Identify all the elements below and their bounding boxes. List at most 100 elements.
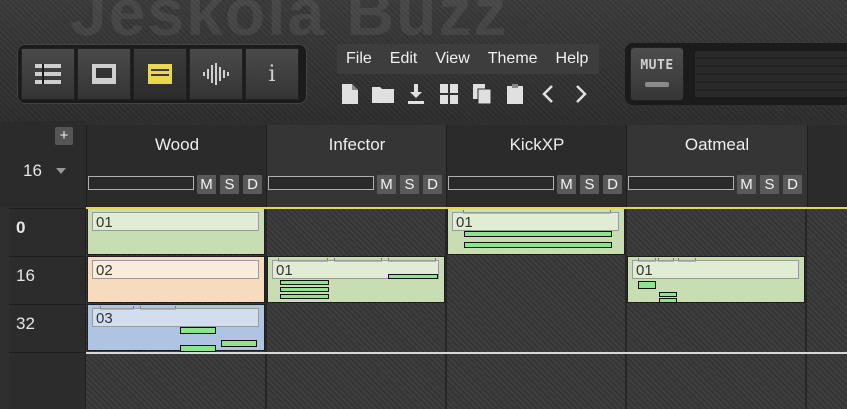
- pattern-label: 02: [92, 260, 259, 279]
- menu-theme[interactable]: Theme: [479, 50, 547, 68]
- forward-button[interactable]: [569, 82, 593, 106]
- note-bar: [638, 281, 656, 289]
- pattern-block[interactable]: 03: [87, 304, 265, 352]
- note-bar: [221, 340, 257, 347]
- track-header-oatmeal[interactable]: Oatmeal M S D: [626, 125, 807, 207]
- track-name: Wood: [154, 135, 200, 154]
- track-name: Infector: [328, 135, 386, 154]
- list-icon: [35, 64, 61, 84]
- volume-meter: [695, 51, 847, 97]
- info-view-button[interactable]: i: [245, 48, 299, 100]
- download-icon: [408, 84, 424, 104]
- toolbar: [338, 80, 602, 108]
- machine-view-button[interactable]: [77, 48, 131, 100]
- waveform-icon: [203, 63, 229, 85]
- pattern-label: 01: [452, 212, 619, 231]
- machine-list-view-button[interactable]: [21, 48, 75, 100]
- note-bar: [280, 294, 329, 299]
- note-bar: [280, 287, 329, 292]
- note-bar: [659, 298, 677, 303]
- note-bar: [180, 327, 216, 334]
- sequence-icon: [148, 64, 172, 84]
- pattern-label: 03: [92, 308, 259, 327]
- grid-icon: [440, 84, 458, 104]
- row-label-empty: [9, 352, 86, 409]
- track-volume-slider[interactable]: [268, 176, 374, 190]
- column-divider: [805, 207, 807, 409]
- track-volume-slider[interactable]: [448, 176, 554, 190]
- info-icon: i: [268, 61, 276, 87]
- open-folder-icon: [372, 87, 394, 103]
- track-volume-slider[interactable]: [88, 176, 194, 190]
- solo-track-button[interactable]: S: [220, 175, 239, 194]
- row-label-0[interactable]: 0: [9, 208, 86, 256]
- mute-led: [645, 82, 669, 87]
- row-label-32[interactable]: 32: [9, 304, 86, 352]
- track-header-infector[interactable]: Infector M S D: [266, 125, 447, 207]
- copy-button[interactable]: [470, 82, 494, 106]
- note-bar: [180, 345, 216, 352]
- track-header-kickxp[interactable]: KickXP M S D: [446, 125, 627, 207]
- menu-file[interactable]: File: [337, 50, 381, 68]
- menu-view[interactable]: View: [426, 50, 478, 68]
- menu-bar: File Edit View Theme Help: [337, 44, 599, 74]
- track-header-empty: [807, 125, 847, 207]
- add-track-button[interactable]: +: [55, 127, 73, 145]
- note-bar: [280, 280, 329, 285]
- chevron-down-icon[interactable]: [56, 168, 66, 174]
- menu-help[interactable]: Help: [547, 50, 598, 68]
- sequence-corner: + 16: [0, 121, 86, 207]
- copy-icon: [473, 84, 491, 104]
- rows-per-pattern-value[interactable]: 16: [23, 161, 42, 181]
- play-cursor-line: [86, 207, 847, 209]
- disable-track-button[interactable]: D: [783, 175, 802, 194]
- pattern-label: 01: [92, 212, 259, 231]
- top-bar: Jeskola Buzz i File Edit View Theme Help…: [0, 0, 847, 121]
- sequence-grid[interactable]: 01 02 03 01 01 01: [86, 207, 847, 409]
- solo-track-button[interactable]: S: [580, 175, 599, 194]
- mute-track-button[interactable]: M: [557, 175, 576, 194]
- back-icon: [542, 85, 553, 103]
- grid-button[interactable]: [437, 82, 461, 106]
- mute-panel: MUTE: [625, 43, 847, 105]
- track-volume-slider[interactable]: [628, 176, 734, 190]
- menu-edit[interactable]: Edit: [381, 50, 427, 68]
- pattern-block[interactable]: 01: [87, 208, 265, 255]
- mute-track-button[interactable]: M: [737, 175, 756, 194]
- column-divider: [625, 207, 627, 409]
- new-file-icon: [342, 84, 358, 104]
- solo-track-button[interactable]: S: [760, 175, 779, 194]
- pattern-block[interactable]: 02: [87, 256, 265, 303]
- disable-track-button[interactable]: D: [603, 175, 622, 194]
- new-file-button[interactable]: [338, 82, 362, 106]
- disable-track-button[interactable]: D: [243, 175, 262, 194]
- save-button[interactable]: [404, 82, 428, 106]
- note-bar: [388, 274, 438, 279]
- solo-track-button[interactable]: S: [400, 175, 419, 194]
- column-divider: [265, 207, 267, 409]
- note-bar: [659, 292, 677, 297]
- pattern-block[interactable]: 01: [627, 256, 805, 303]
- row-label-16[interactable]: 16: [9, 256, 86, 304]
- paste-button[interactable]: [503, 82, 527, 106]
- mute-track-button[interactable]: M: [377, 175, 396, 194]
- watermark-logo: Jeskola Buzz: [70, 0, 509, 49]
- mute-button[interactable]: MUTE: [630, 47, 684, 101]
- sequence-view-button[interactable]: [133, 48, 187, 100]
- forward-icon: [576, 85, 587, 103]
- pattern-label: 01: [632, 260, 799, 279]
- wave-view-button[interactable]: [189, 48, 243, 100]
- pattern-block[interactable]: 01: [447, 208, 625, 255]
- window-icon: [92, 64, 116, 84]
- open-button[interactable]: [371, 82, 395, 106]
- pattern-block[interactable]: 01: [267, 256, 445, 303]
- clipboard-icon: [507, 84, 523, 104]
- mute-track-button[interactable]: M: [197, 175, 216, 194]
- disable-track-button[interactable]: D: [423, 175, 442, 194]
- mute-label: MUTE: [640, 58, 674, 73]
- note-bar: [464, 231, 612, 237]
- track-header-wood[interactable]: Wood M S D: [86, 125, 267, 207]
- track-name: KickXP: [509, 135, 565, 154]
- loop-end-marker: [86, 352, 847, 354]
- back-button[interactable]: [536, 82, 560, 106]
